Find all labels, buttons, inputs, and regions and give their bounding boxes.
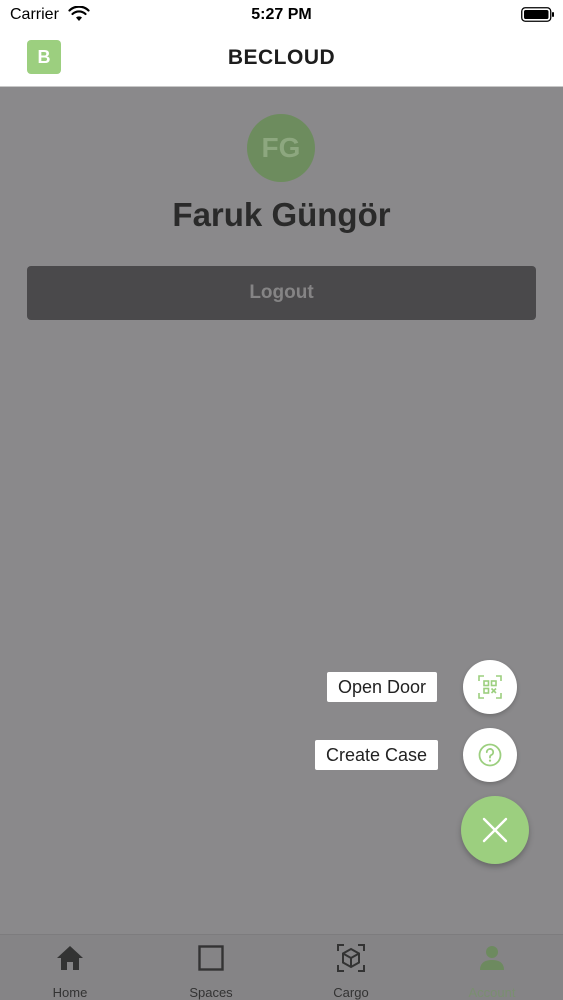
page-title: BECLOUD bbox=[227, 46, 336, 69]
open-door-label[interactable]: Open Door bbox=[327, 672, 438, 702]
home-icon bbox=[57, 946, 83, 970]
person-icon bbox=[480, 946, 504, 970]
status-time: 5:27 PM bbox=[251, 6, 312, 23]
tab-cargo-label: Cargo bbox=[333, 985, 369, 1000]
status-bar: Carrier 5:27 PM bbox=[0, 0, 563, 30]
square-icon bbox=[198, 945, 224, 971]
avatar: FG bbox=[247, 114, 315, 182]
open-door-button[interactable] bbox=[463, 660, 517, 714]
battery-icon bbox=[521, 7, 554, 22]
logout-button[interactable]: Logout bbox=[27, 266, 536, 320]
tab-account-label: Account bbox=[468, 985, 516, 1000]
app-header: B BECLOUD bbox=[0, 30, 563, 87]
tab-bar: Home Spaces Cargo Account bbox=[0, 934, 563, 1000]
tab-home[interactable]: Home bbox=[0, 935, 140, 1000]
tab-cargo[interactable]: Cargo bbox=[281, 935, 421, 1000]
fab-close-button[interactable] bbox=[461, 796, 529, 864]
user-name: Faruk Güngör bbox=[172, 196, 391, 233]
tab-spaces[interactable]: Spaces bbox=[141, 935, 281, 1000]
create-case-button[interactable] bbox=[463, 728, 517, 782]
tab-home-label: Home bbox=[52, 985, 88, 1000]
tab-account[interactable]: Account bbox=[422, 935, 562, 1000]
tab-spaces-label: Spaces bbox=[189, 985, 233, 1000]
qr-scan-icon bbox=[478, 675, 502, 699]
close-icon bbox=[482, 817, 508, 843]
question-circle-icon bbox=[478, 743, 502, 767]
package-icon bbox=[337, 944, 365, 972]
create-case-label[interactable]: Create Case bbox=[315, 740, 439, 770]
